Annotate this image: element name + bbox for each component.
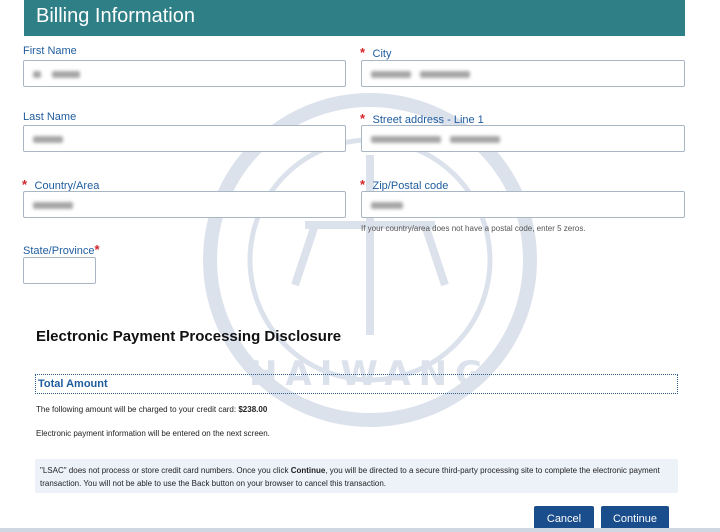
page-title: Billing Information [36, 5, 195, 27]
bottom-border [0, 528, 720, 532]
last-name-input[interactable] [23, 125, 346, 152]
total-amount-title: Total Amount [38, 378, 108, 390]
redacted-text [371, 70, 411, 78]
charge-amount: $238.00 [238, 405, 268, 414]
lsac-notice: "LSAC" does not process or store credit … [35, 459, 678, 493]
redacted-text [51, 70, 80, 78]
billing-header: Billing Information [24, 0, 685, 36]
required-marker: * [360, 45, 366, 60]
next-screen-text: Electronic payment information will be e… [36, 429, 270, 438]
city-input[interactable] [361, 60, 685, 87]
required-marker: * [360, 111, 366, 126]
required-marker: * [22, 177, 28, 192]
charge-text: The following amount will be charged to … [36, 405, 268, 414]
redacted-text [33, 201, 73, 209]
disclosure-title: Electronic Payment Processing Disclosure [36, 328, 342, 345]
redacted-text [449, 135, 500, 143]
required-marker: * [360, 177, 366, 192]
first-name-label: First Name [23, 45, 77, 57]
redacted-text [33, 70, 41, 78]
redacted-text [33, 135, 63, 143]
zip-hint: If your country/area does not have a pos… [361, 224, 586, 233]
required-marker: * [94, 242, 100, 257]
state-input[interactable] [23, 257, 96, 284]
first-name-input[interactable] [23, 60, 346, 87]
street-input[interactable] [361, 125, 685, 152]
country-select[interactable] [23, 191, 346, 218]
zip-input[interactable] [361, 191, 685, 218]
last-name-label: Last Name [23, 111, 77, 123]
total-amount-box: Total Amount [35, 374, 678, 394]
redacted-text [419, 70, 470, 78]
redacted-text [371, 135, 441, 143]
redacted-text [371, 201, 403, 209]
